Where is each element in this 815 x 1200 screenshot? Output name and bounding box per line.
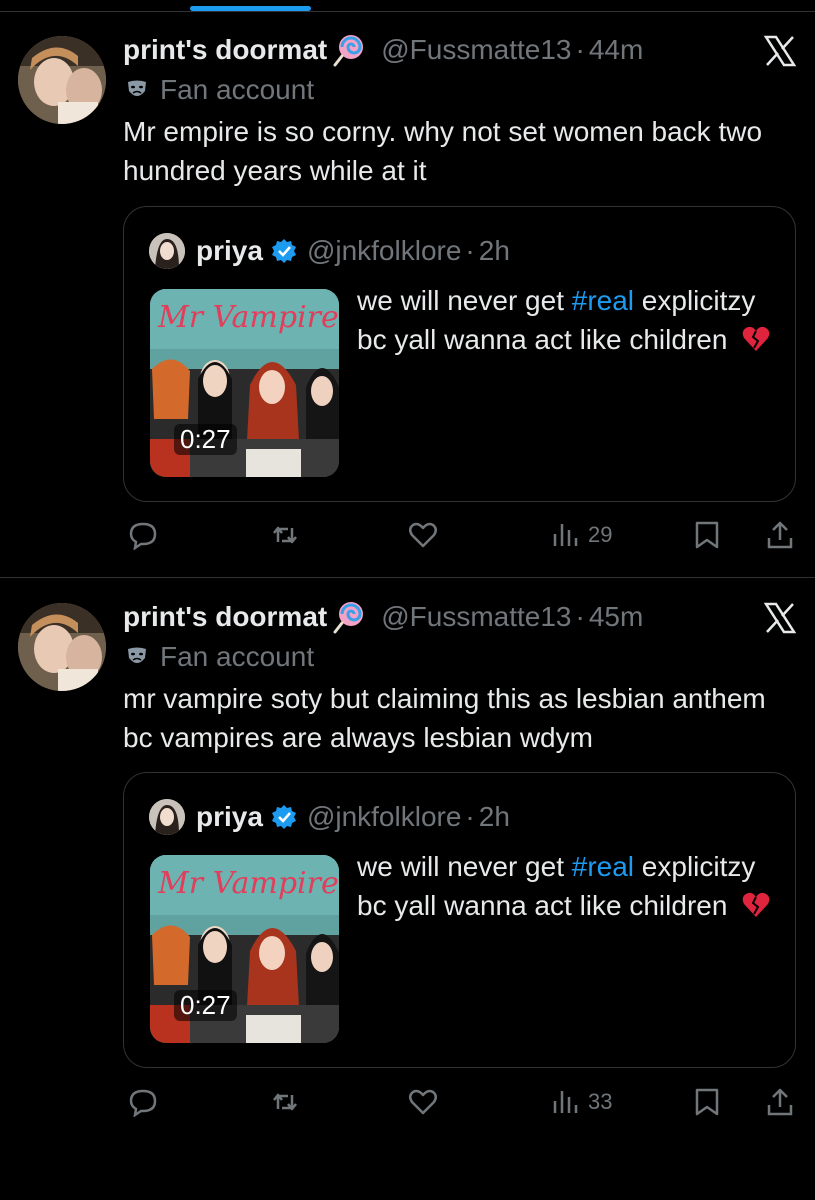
separator-dot: ·: [575, 601, 585, 632]
broken-heart-emoji-icon: [742, 326, 770, 351]
reply-icon: [129, 1089, 157, 1117]
bookmark-button[interactable]: [692, 520, 722, 550]
user-handle[interactable]: @Fussmatte13: [381, 34, 571, 66]
quoted-text-start: we will never get: [357, 851, 572, 882]
verified-badge-icon: [271, 239, 296, 263]
account-label: Fan account: [160, 74, 315, 105]
bookmark-icon: [695, 521, 719, 549]
views-button[interactable]: 29: [550, 520, 612, 550]
theater-mask-icon: [128, 647, 146, 663]
lollipop-emoji-icon: [333, 600, 367, 634]
quoted-handle[interactable]: @jnkfolklore: [307, 235, 461, 267]
views-icon: [553, 524, 578, 546]
quoted-handle[interactable]: @jnkfolklore: [307, 801, 461, 833]
share-button[interactable]: [765, 520, 795, 550]
repost-icon: [273, 526, 297, 544]
reply-icon: [129, 522, 157, 550]
view-count: 33: [588, 1089, 613, 1114]
hashtag-link[interactable]: #real: [572, 285, 634, 316]
video-thumbnail[interactable]: Mr Vampire 0:27: [150, 289, 339, 477]
broken-heart-emoji-icon: [742, 892, 770, 917]
timestamp[interactable]: 45m: [589, 601, 643, 633]
display-name[interactable]: print's doormat: [123, 601, 327, 633]
timestamp[interactable]: 44m: [589, 34, 643, 66]
quoted-text: we will never get #real explicitzy bc ya…: [357, 281, 777, 359]
hashtag-link[interactable]: #real: [572, 851, 634, 882]
like-button[interactable]: [408, 1087, 438, 1117]
repost-button[interactable]: [270, 520, 300, 550]
reply-button[interactable]: [128, 1087, 158, 1117]
tweet-text: Mr empire is so corny. why not set women…: [123, 116, 763, 186]
share-icon: [767, 521, 793, 549]
quoted-text: we will never get #real explicitzy bc ya…: [357, 847, 777, 925]
quoted-display-name[interactable]: priya: [196, 801, 263, 833]
like-icon: [409, 522, 437, 548]
video-thumbnail[interactable]: Mr Vampire 0:27: [150, 855, 339, 1043]
separator-dot: ·: [465, 235, 475, 266]
avatar[interactable]: [18, 603, 106, 691]
x-logo-icon[interactable]: [763, 601, 797, 635]
quoted-display-name[interactable]: priya: [196, 235, 263, 267]
bookmark-button[interactable]: [692, 1087, 722, 1117]
bookmark-icon: [695, 1088, 719, 1116]
share-button[interactable]: [765, 1087, 795, 1117]
tweet[interactable]: print's doormat @Fussmatte13 · 45m Fan a…: [0, 579, 815, 1139]
repost-button[interactable]: [270, 1087, 300, 1117]
quoted-text-start: we will never get: [357, 285, 572, 316]
theater-mask-icon: [128, 80, 146, 96]
views-button[interactable]: 33: [550, 1087, 612, 1117]
like-icon: [409, 1089, 437, 1115]
separator-dot: ·: [575, 34, 585, 65]
action-bar: 29: [0, 512, 815, 562]
view-count: 29: [588, 522, 613, 547]
separator-dot: ·: [465, 801, 475, 832]
action-bar: 33: [0, 1079, 815, 1129]
quoted-avatar[interactable]: [149, 799, 185, 835]
share-icon: [767, 1088, 793, 1116]
media-title: Mr Vampire: [157, 300, 339, 335]
account-label: Fan account: [160, 641, 315, 672]
x-logo-icon[interactable]: [763, 34, 797, 68]
quoted-timestamp[interactable]: 2h: [479, 235, 510, 267]
quoted-timestamp[interactable]: 2h: [479, 801, 510, 833]
quoted-tweet[interactable]: priya @jnkfolklore · 2h Mr Vampire 0:27 …: [123, 772, 796, 1068]
tweet[interactable]: print's doormat @Fussmatte13 · 44m Fan a…: [0, 12, 815, 578]
tweet-text: mr vampire soty but claiming this as les…: [123, 683, 766, 753]
views-icon: [553, 1091, 578, 1113]
lollipop-emoji-icon: [333, 33, 367, 67]
reply-button[interactable]: [128, 520, 158, 550]
repost-icon: [273, 1093, 297, 1111]
avatar[interactable]: [18, 36, 106, 124]
user-handle[interactable]: @Fussmatte13: [381, 601, 571, 633]
verified-badge-icon: [271, 805, 296, 829]
display-name[interactable]: print's doormat: [123, 34, 327, 66]
video-duration: 0:27: [174, 424, 237, 455]
like-button[interactable]: [408, 520, 438, 550]
quoted-tweet[interactable]: priya @jnkfolklore · 2h Mr Vampire 0:27 …: [123, 206, 796, 502]
media-title: Mr Vampire: [157, 866, 339, 901]
video-duration: 0:27: [174, 990, 237, 1021]
quoted-avatar[interactable]: [149, 233, 185, 269]
